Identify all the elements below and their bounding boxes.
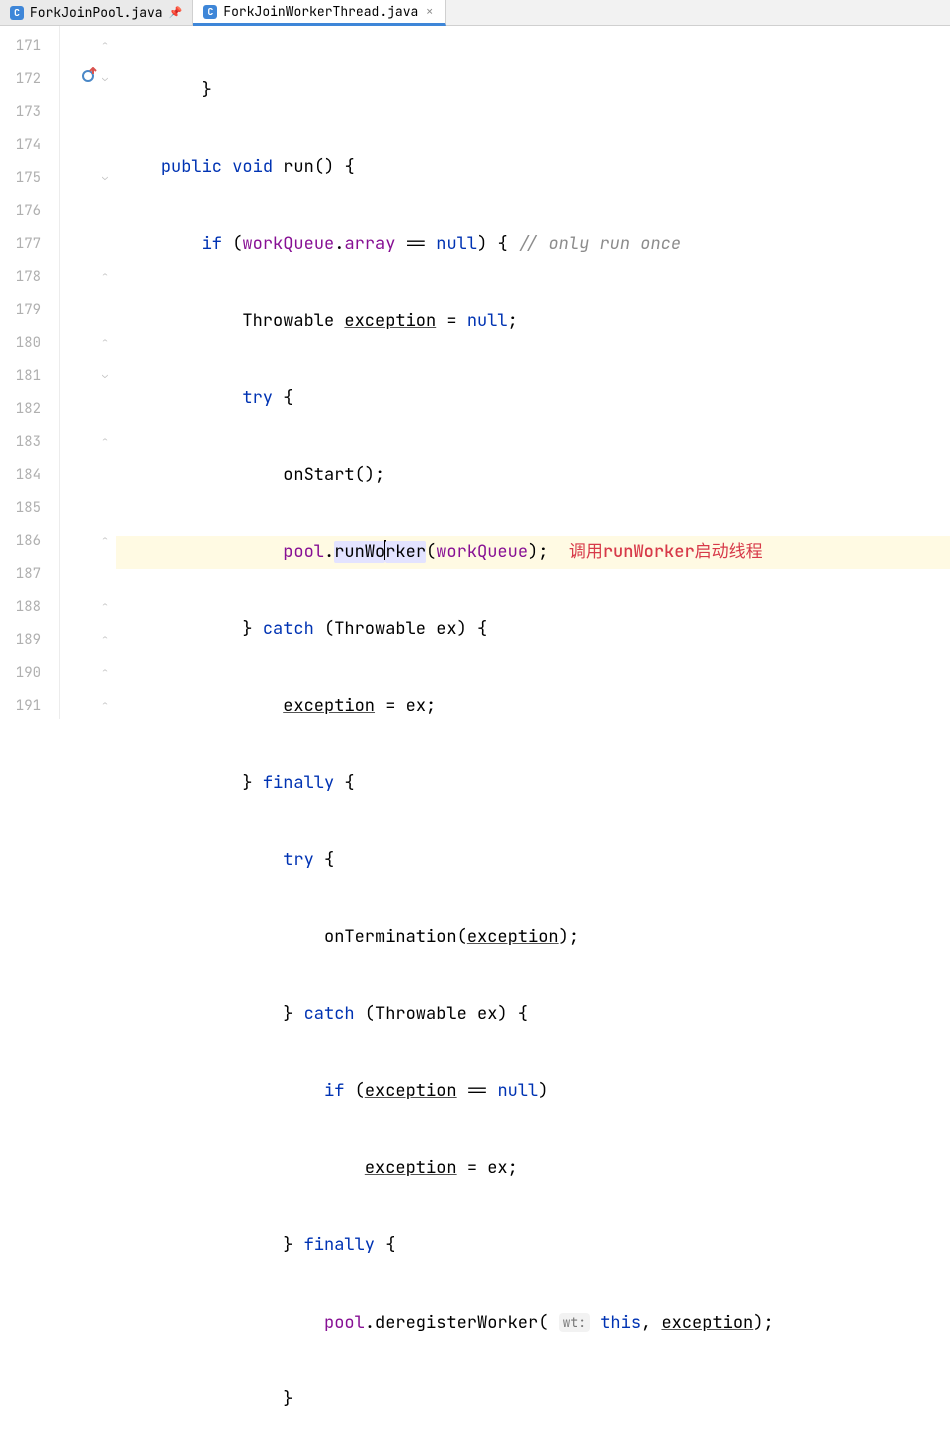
line-number: 187 — [0, 558, 59, 591]
annotation-text: 调用runWorker启动线程 — [569, 541, 763, 563]
code-line: try { — [116, 844, 950, 877]
fold-close-icon[interactable]: ⌃ — [102, 599, 112, 609]
code-line: public void run() { — [116, 151, 950, 184]
java-file-icon: C — [203, 5, 217, 19]
editor-tabs: C ForkJoinPool.java 📌 C ForkJoinWorkerTh… — [0, 0, 950, 26]
code-line: } catch (Throwable ex) { — [116, 998, 950, 1031]
code-line: if (exception == null) — [116, 1075, 950, 1108]
line-number: 175 — [0, 162, 59, 195]
tab-pin-icon[interactable]: 📌 — [169, 6, 183, 20]
fold-close-icon[interactable]: ⌃ — [102, 434, 112, 444]
java-file-icon: C — [10, 6, 24, 20]
line-number: 184 — [0, 459, 59, 492]
fold-close-icon[interactable]: ⌃ — [102, 665, 112, 675]
tab-label: ForkJoinPool.java — [30, 4, 163, 21]
line-number: 185 — [0, 492, 59, 525]
tab-label: ForkJoinWorkerThread.java — [223, 3, 418, 20]
tab-forkjoinworkerthread[interactable]: C ForkJoinWorkerThread.java ✕ — [193, 0, 446, 26]
line-number: 174 — [0, 129, 59, 162]
code-line: } finally { — [116, 767, 950, 800]
parameter-hint: wt: — [559, 1313, 590, 1332]
line-number: 180 — [0, 327, 59, 360]
line-number: 171 — [0, 30, 59, 63]
code-line-current: pool.runWorker(workQueue); 调用runWorker启动… — [116, 536, 950, 569]
fold-close-icon[interactable]: ⌃ — [102, 269, 112, 279]
tab-forkjoinpool[interactable]: C ForkJoinPool.java 📌 — [0, 0, 193, 25]
line-number: 179 — [0, 294, 59, 327]
line-number-gutter: 171 172 173 174 175 176 177 178 179 180 … — [0, 26, 60, 719]
fold-close-icon[interactable]: ⌃ — [102, 38, 112, 48]
line-number: 191 — [0, 690, 59, 723]
line-number: 176 — [0, 195, 59, 228]
code-line: pool.deregisterWorker( wt: this, excepti… — [116, 1306, 950, 1339]
code-line: Throwable exception = null; — [116, 305, 950, 338]
fold-close-icon[interactable]: ⌃ — [102, 698, 112, 708]
code-editor[interactable]: 171 172 173 174 175 176 177 178 179 180 … — [0, 26, 950, 719]
code-area[interactable]: } public void run() { if (workQueue.arra… — [116, 26, 950, 719]
override-method-icon[interactable] — [82, 67, 98, 83]
line-number: 182 — [0, 393, 59, 426]
code-line: } — [116, 74, 950, 107]
code-line: } finally { — [116, 1229, 950, 1262]
fold-open-icon[interactable]: ⌄ — [102, 71, 112, 81]
code-line: } — [116, 1383, 950, 1416]
code-line: exception = ex; — [116, 1152, 950, 1185]
fold-close-icon[interactable]: ⌃ — [102, 632, 112, 642]
fold-open-icon[interactable]: ⌄ — [102, 170, 112, 180]
fold-open-icon[interactable]: ⌄ — [102, 368, 112, 378]
fold-gutter: ⌃ ⌄ ⌄ ⌃ ⌃ ⌄ ⌃ ⌃ ⌃ ⌃ ⌃ ⌃ — [100, 26, 116, 719]
line-number: 181 — [0, 360, 59, 393]
code-line: } catch (Throwable ex) { — [116, 613, 950, 646]
code-line: onTermination(exception); — [116, 921, 950, 954]
line-number: 172 — [0, 63, 59, 96]
line-number: 190 — [0, 657, 59, 690]
line-number: 189 — [0, 624, 59, 657]
code-line: onStart(); — [116, 459, 950, 492]
code-line: if (workQueue.array == null) { // only r… — [116, 228, 950, 261]
fold-close-icon[interactable]: ⌃ — [102, 335, 112, 345]
line-number: 177 — [0, 228, 59, 261]
code-line: exception = ex; — [116, 690, 950, 723]
line-number: 188 — [0, 591, 59, 624]
line-number: 183 — [0, 426, 59, 459]
gutter-markers — [60, 26, 100, 719]
code-line: try { — [116, 382, 950, 415]
line-number: 178 — [0, 261, 59, 294]
fold-close-icon[interactable]: ⌃ — [102, 533, 112, 543]
line-number: 186 — [0, 525, 59, 558]
close-icon[interactable]: ✕ — [424, 5, 435, 19]
line-number: 173 — [0, 96, 59, 129]
